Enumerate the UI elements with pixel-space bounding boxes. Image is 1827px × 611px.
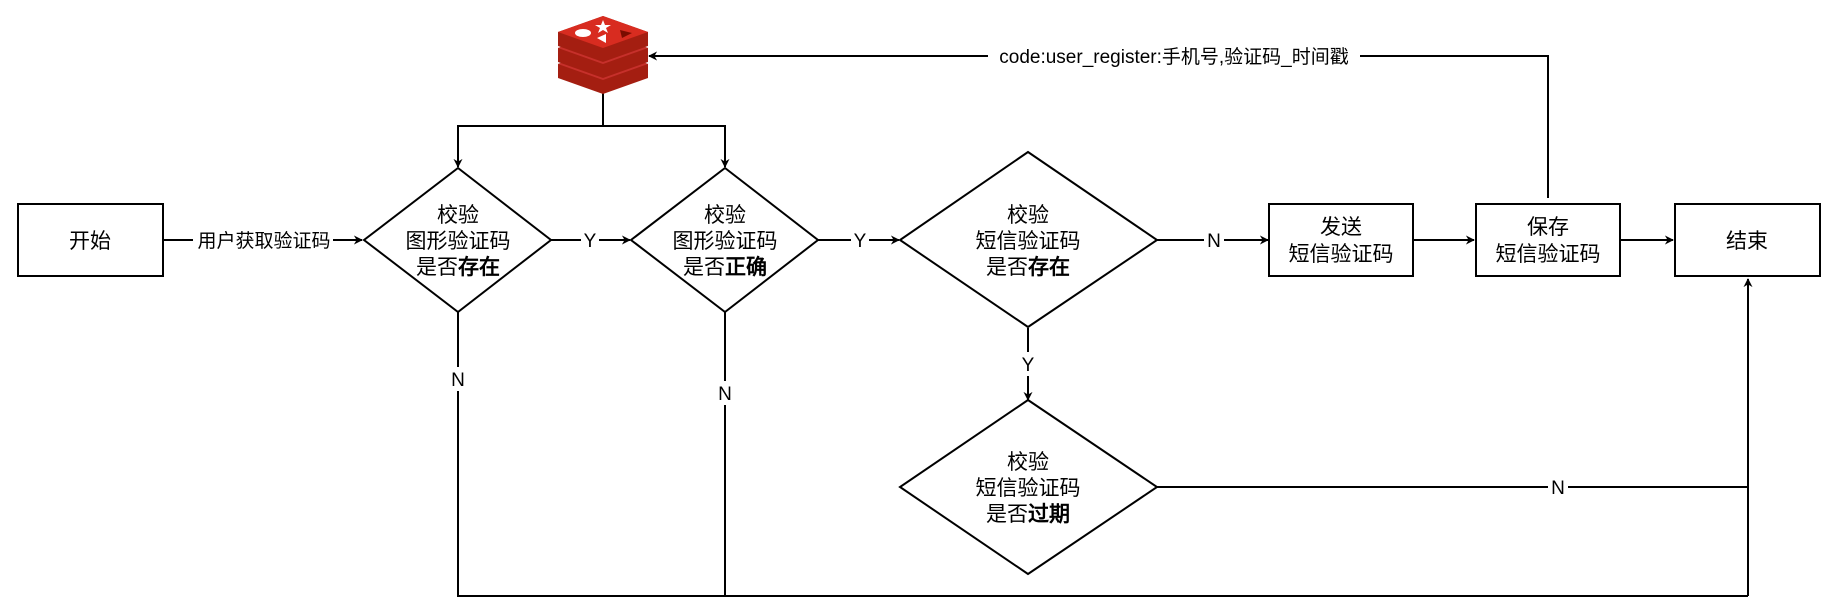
check-img-exist-line2: 图形验证码	[406, 230, 511, 253]
check-sms-exist-line2: 短信验证码	[976, 230, 1081, 253]
check-img-correct-line1: 校验	[704, 204, 746, 227]
send-sms-line1: 发送	[1320, 216, 1362, 239]
edge-label-redis-key: code:user_register:手机号,验证码_时间戳	[999, 46, 1349, 68]
redis-logo-icon	[558, 16, 648, 94]
edge-label-y2: Y	[854, 231, 867, 252]
edge-label-get-code: 用户获取验证码	[197, 230, 330, 252]
check-img-correct-line2: 图形验证码	[673, 230, 778, 253]
end-node-label: 结束	[1726, 230, 1768, 253]
check-img-correct-line3: 是否正确	[683, 255, 767, 279]
edge-redis-to-check-img-exist	[453, 92, 604, 168]
check-sms-expired-line1: 校验	[1007, 451, 1049, 474]
save-sms-line2: 短信验证码	[1496, 243, 1601, 266]
check-img-exist-line3: 是否存在	[416, 255, 500, 279]
edge-label-n-img-correct: N	[718, 384, 732, 405]
edge-redis-to-check-img-correct	[603, 125, 730, 168]
check-sms-expired-line2: 短信验证码	[976, 477, 1081, 500]
flowchart: 用户获取验证码 Y Y N Y N N N code:user_register…	[17, 16, 1821, 597]
edge-label-n-img-exist: N	[451, 370, 465, 391]
check-sms-exist-line1: 校验	[1007, 204, 1049, 227]
check-sms-expired-line3: 是否过期	[986, 502, 1070, 526]
edge-save-to-redis	[648, 51, 1549, 198]
edge-label-y1: Y	[584, 231, 597, 252]
send-sms-line2: 短信验证码	[1289, 243, 1394, 266]
edge-label-n-sms-exist: N	[1207, 231, 1221, 252]
edge-label-y3: Y	[1022, 355, 1035, 376]
check-img-exist-line1: 校验	[437, 204, 479, 227]
start-node-label: 开始	[69, 230, 111, 253]
check-sms-exist-line3: 是否存在	[986, 255, 1070, 279]
save-sms-line1: 保存	[1527, 216, 1569, 239]
edge-label-n-sms-expired: N	[1551, 478, 1565, 499]
